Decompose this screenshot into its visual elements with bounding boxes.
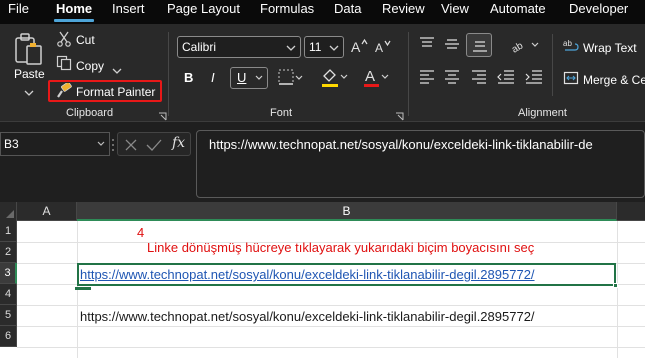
name-box-value: B3 [4,137,19,151]
column-header-row: A B [0,202,645,221]
svg-text:A: A [365,68,375,85]
name-box[interactable]: B3 [0,132,110,156]
merge-center-label[interactable]: Merge & Ce [583,73,645,87]
underline-chevron-icon [255,75,263,80]
row-header-6[interactable]: 6 [0,326,17,347]
formula-input[interactable]: https://www.technopat.net/sosyal/konu/ex… [196,130,645,198]
formula-bar: B3 fx https://www.technopat.net/sosyal/k… [0,122,645,202]
clipboard-group-label: Clipboard [66,107,114,119]
row-header-5[interactable]: 5 [0,305,17,326]
paste-dropdown-chevron-icon[interactable] [24,84,34,102]
menu-view[interactable]: View [441,0,469,22]
insert-function-button[interactable]: fx [172,135,185,151]
svg-text:ab: ab [510,40,525,54]
svg-text:ab: ab [563,39,572,48]
formula-text: https://www.technopat.net/sosyal/konu/ex… [209,137,593,152]
align-left-icon[interactable] [418,68,436,89]
menu-file[interactable]: File [8,0,29,22]
underline-glyph: U [237,70,247,85]
font-name-select[interactable]: Calibri [177,36,301,58]
formula-actions: fx [117,132,191,156]
middle-align-icon[interactable] [443,36,461,57]
bold-button[interactable]: B [184,71,193,85]
row-gridline [17,326,645,327]
align-center-icon[interactable] [443,68,461,89]
font-color-icon[interactable]: A [362,66,390,93]
row-header-4[interactable]: 4 [0,284,17,305]
underline-button[interactable]: U [230,67,268,89]
fill-handle[interactable] [613,283,618,288]
row-header-2[interactable]: 2 [0,242,17,263]
cut-icon[interactable] [56,31,72,52]
menu-developer[interactable]: Developer [569,0,628,22]
align-right-icon[interactable] [470,68,488,89]
active-cell-tab [75,287,91,290]
name-box-chevron-icon [97,141,105,146]
column-header-a[interactable]: A [17,202,77,221]
svg-text:A: A [375,41,383,54]
cancel-icon[interactable] [124,138,138,152]
row-gridline [17,347,645,348]
copy-label[interactable]: Copy [76,59,104,73]
annotation-instruction: Linke dönüşmüş hücreye tıklayarak yukarı… [147,240,535,255]
select-all-corner[interactable] [0,202,17,221]
ribbon: Paste Cut Copy Format Painter Clipboard … [0,24,645,122]
font-group-label: Font [270,107,293,119]
format-painter-highlight-box [48,80,162,102]
font-size-value: 11 [309,40,322,54]
cell-area[interactable]: 4 Linke dönüşmüş hücreye tıklayarak yuka… [17,221,645,358]
font-name-value: Calibri [182,40,217,54]
increase-indent-icon[interactable] [524,68,544,89]
select-all-triangle-icon [6,210,14,218]
bottom-align-button[interactable] [466,33,492,57]
fill-color-icon[interactable] [320,66,350,93]
menu-data[interactable]: Data [334,0,361,22]
row-header-1[interactable]: 1 [0,221,17,242]
merge-center-icon[interactable] [563,70,579,91]
row-gridline [17,305,645,306]
menu-review[interactable]: Review [382,0,425,22]
font-dialog-launcher-icon[interactable] [395,108,404,121]
menu-formulas[interactable]: Formulas [260,0,314,22]
alignment-group-label: Alignment [518,107,567,119]
font-size-select[interactable]: 11 [304,36,344,58]
bottom-align-icon [473,41,487,52]
menu-bar: File Home Insert Page Layout Formulas Da… [0,0,645,24]
copy-dropdown-chevron-icon[interactable] [112,62,122,80]
font-name-chevron-icon [286,45,296,51]
cut-label[interactable]: Cut [76,33,95,47]
ribbon-separator [408,32,409,116]
menu-automate[interactable]: Automate [490,0,546,22]
formula-bar-drag-handle-icon[interactable] [111,138,115,157]
cell-b5-text[interactable]: https://www.technopat.net/sosyal/konu/ex… [80,309,535,325]
cell-b3-hyperlink[interactable]: https://www.technopat.net/sosyal/konu/ex… [80,267,535,283]
wrap-text-icon[interactable]: ab [563,38,581,59]
increase-font-size-icon[interactable]: A [350,38,368,59]
active-tab-indicator [54,19,94,22]
italic-button[interactable]: I [211,71,215,85]
enter-check-icon[interactable] [146,138,162,152]
borders-icon[interactable] [278,68,304,93]
decrease-font-size-icon[interactable]: A [374,38,392,59]
font-size-chevron-icon [329,45,339,51]
paste-icon[interactable] [14,32,46,71]
menu-page-layout[interactable]: Page Layout [167,0,240,22]
column-header-b[interactable]: B [77,202,617,221]
copy-icon[interactable] [56,55,72,76]
top-align-icon[interactable] [418,36,436,57]
clipboard-dialog-launcher-icon[interactable] [158,108,167,121]
svg-text:A: A [351,39,361,54]
annotation-step-number: 4 [137,225,145,240]
orientation-icon[interactable]: ab [510,36,540,59]
ribbon-separator [552,34,553,96]
decrease-indent-icon[interactable] [496,68,516,89]
paste-label[interactable]: Paste [14,67,45,81]
ribbon-separator [168,32,169,116]
wrap-text-label[interactable]: Wrap Text [583,41,637,55]
worksheet-grid: A B 1 2 3 4 5 6 4 Linke dönüşmüş hücreye… [0,202,645,358]
menu-insert[interactable]: Insert [112,0,145,22]
row-header-3[interactable]: 3 [0,263,17,284]
